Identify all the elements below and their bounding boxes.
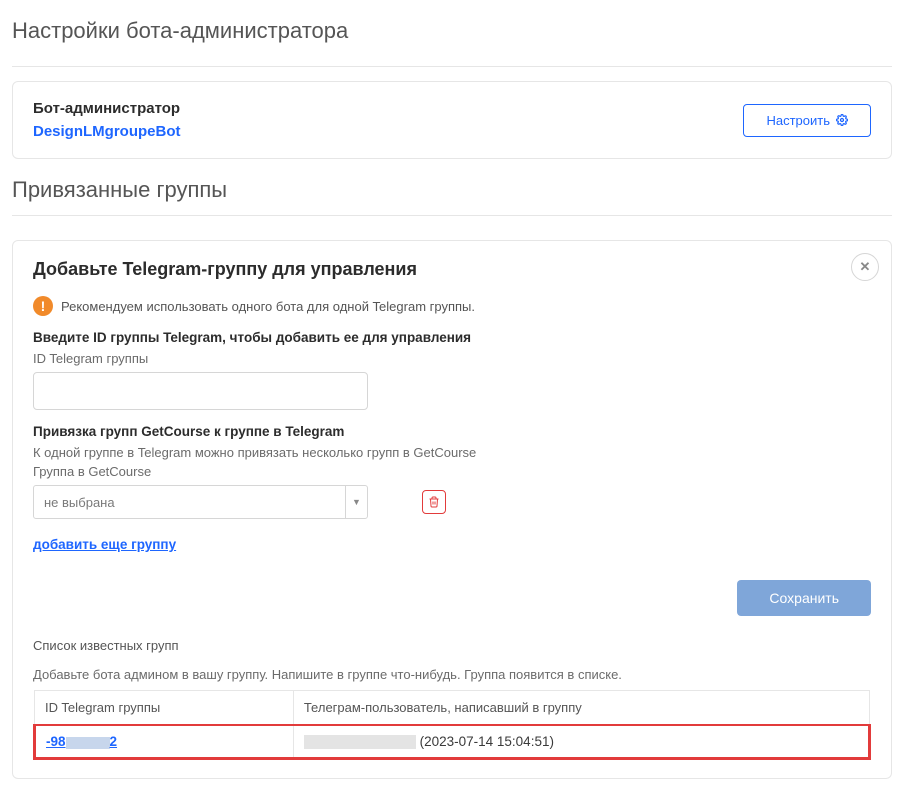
id-subhead: Введите ID группы Telegram, чтобы добави… — [33, 330, 871, 345]
add-group-panel: ✕ Добавьте Telegram-группу для управлени… — [12, 240, 892, 779]
redacted-id — [66, 737, 110, 749]
close-button[interactable]: ✕ — [851, 253, 879, 281]
timestamp: (2023-07-14 15:04:51) — [420, 734, 554, 749]
cell-user: (2023-07-14 15:04:51) — [293, 725, 869, 759]
cell-group-id: -982 — [35, 725, 294, 759]
known-groups-table: ID Telegram группы Телеграм-пользователь… — [33, 690, 871, 760]
linked-groups-title: Привязанные группы — [12, 177, 892, 203]
known-groups-help: Добавьте бота админом в вашу группу. Нап… — [33, 667, 871, 682]
col-user: Телеграм-пользователь, написавший в груп… — [293, 691, 869, 726]
gc-group-label: Группа в GetCourse — [33, 464, 871, 479]
chevron-down-icon: ▼ — [345, 485, 367, 519]
divider — [12, 215, 892, 216]
getcourse-group-select[interactable]: не выбрана ▼ — [33, 485, 368, 519]
bot-admin-card: Бот-администратор DesignLMgroupeBot Наст… — [12, 81, 892, 159]
alert-text: Рекомендуем использовать одного бота для… — [61, 299, 475, 314]
page-title: Настройки бота-администратора — [12, 18, 892, 44]
redacted-user — [304, 735, 416, 749]
bot-label: Бот-администратор — [33, 100, 181, 117]
group-id-link[interactable]: -982 — [46, 734, 117, 749]
table-row: -982 (2023-07-14 15:04:51) — [35, 725, 870, 759]
add-group-link[interactable]: добавить еще группу — [33, 537, 176, 552]
bot-name-link[interactable]: DesignLMgroupeBot — [33, 123, 181, 140]
telegram-group-id-input[interactable] — [33, 372, 368, 410]
close-icon: ✕ — [860, 259, 871, 275]
known-groups-title: Список известных групп — [33, 638, 871, 653]
save-button[interactable]: Сохранить — [737, 580, 871, 616]
col-id: ID Telegram группы — [35, 691, 294, 726]
trash-icon — [428, 496, 440, 508]
select-placeholder: не выбрана — [34, 495, 125, 510]
table-header-row: ID Telegram группы Телеграм-пользователь… — [35, 691, 870, 726]
panel-title: Добавьте Telegram-группу для управления — [33, 259, 871, 280]
recommendation-alert: ! Рекомендуем использовать одного бота д… — [33, 296, 871, 316]
bind-subhead: Привязка групп GetCourse к группе в Tele… — [33, 424, 871, 439]
gear-icon — [836, 114, 848, 126]
bind-help: К одной группе в Telegram можно привязат… — [33, 445, 871, 460]
warning-icon: ! — [33, 296, 53, 316]
configure-button[interactable]: Настроить — [743, 104, 871, 137]
divider — [12, 66, 892, 67]
id-label: ID Telegram группы — [33, 351, 871, 366]
configure-button-label: Настроить — [766, 113, 830, 128]
delete-binding-button[interactable] — [422, 490, 446, 514]
